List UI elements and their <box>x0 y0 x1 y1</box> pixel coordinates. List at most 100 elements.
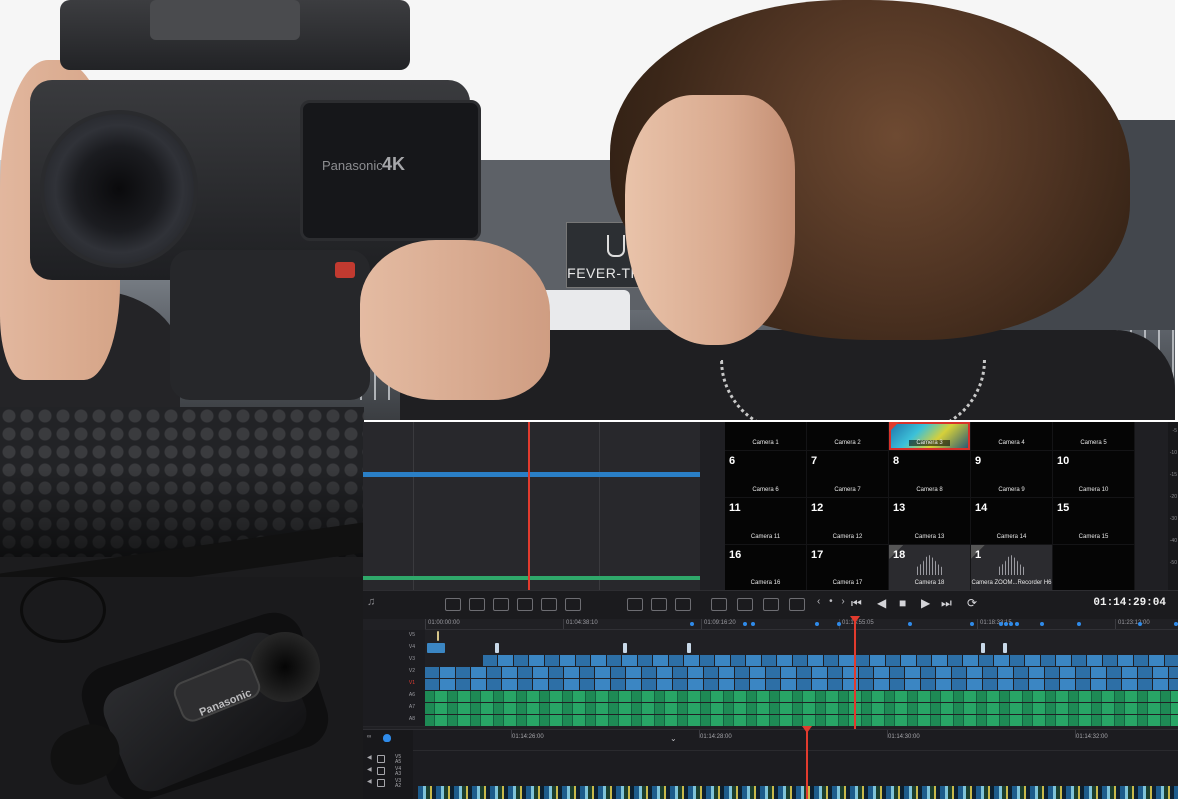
timeline-marker[interactable] <box>1015 622 1019 626</box>
timeline-marker[interactable] <box>837 622 841 626</box>
track-header[interactable]: A8 <box>363 714 425 727</box>
track-name: V3 <box>408 656 415 662</box>
fit-to-fill-icon[interactable] <box>651 598 667 611</box>
camera-angle-tile[interactable]: 7 Camera 7 <box>807 451 888 497</box>
source-viewer-timeline[interactable] <box>363 422 700 590</box>
track-name: A8 <box>408 716 415 722</box>
camera-angle-tile[interactable]: 9 Camera 9 <box>971 451 1052 497</box>
audio-note-icon[interactable]: ♫ <box>367 596 381 608</box>
track-name: A7 <box>408 704 415 710</box>
camera-angle-tile[interactable]: 15 Camera 15 <box>1053 498 1134 544</box>
timeline-marker[interactable] <box>1077 622 1081 626</box>
swap-icon[interactable] <box>789 598 805 611</box>
camera-angle-tile[interactable]: 11 Camera 11 <box>725 498 806 544</box>
go-to-first-frame-button[interactable]: ⏮ <box>851 596 862 611</box>
zoomed-playhead[interactable] <box>806 729 808 799</box>
timeline-marker[interactable] <box>1040 622 1044 626</box>
chevron-down-icon[interactable]: ⌄ <box>670 734 677 743</box>
timeline-marker[interactable] <box>970 622 974 626</box>
timeline-clip[interactable] <box>427 643 445 653</box>
timeline-marker[interactable] <box>1174 622 1178 626</box>
camera-angle-tile[interactable]: 1 Camera ZOOM...Recorder H6 <box>971 545 1052 590</box>
append-icon[interactable] <box>737 598 753 611</box>
timeline-overview[interactable]: 01:00:00:00 01:04:38:10 01:09:16:20 01:13:5… <box>363 619 1178 729</box>
replace-icon[interactable] <box>627 598 643 611</box>
blade-tool-icon[interactable] <box>493 598 509 611</box>
viewer-playhead[interactable] <box>528 422 530 590</box>
camera-angle-tile[interactable]: 13 Camera 13 <box>889 498 970 544</box>
monitor-icon[interactable] <box>377 755 385 763</box>
camera-angle-tile[interactable]: Camera 5 <box>1053 422 1134 450</box>
timeline-zoomed[interactable]: ∞ ◀ V5 A5 ◀ V4 A3 ◀ V3 A2 ⌄ 01:14:26:00 01:14:28:… <box>363 729 1178 799</box>
camera-angle-tile[interactable]: Camera 2 <box>807 422 888 450</box>
link-icon[interactable]: ∞ <box>367 734 373 740</box>
monitor-icon[interactable] <box>377 767 385 775</box>
camera-angle-tile[interactable]: 10 Camera 10 <box>1053 451 1134 497</box>
timeline-marker[interactable] <box>743 622 747 626</box>
timeline-marker[interactable] <box>690 622 694 626</box>
camera-angle-tile[interactable]: Camera 4 <box>971 422 1052 450</box>
speaker-icon[interactable]: ◀ <box>367 778 373 785</box>
track-lane[interactable] <box>425 643 1178 654</box>
monitor-icon[interactable] <box>377 779 385 787</box>
timeline-marker[interactable] <box>1009 622 1013 626</box>
clip-attributes-icon[interactable] <box>763 598 779 611</box>
current-timecode[interactable]: 01:14:29:04 <box>1093 597 1166 609</box>
video-filmstrip[interactable] <box>418 786 1178 799</box>
timeline-ruler[interactable]: 01:00:00:00 01:04:38:10 01:09:16:20 01:13:5… <box>425 619 1178 630</box>
overwrite-icon[interactable] <box>565 598 581 611</box>
timeline-marker[interactable] <box>751 622 755 626</box>
track-lane[interactable] <box>425 631 1178 642</box>
camera-angle-tile[interactable]: 14 Camera 14 <box>971 498 1052 544</box>
camera-angle-tile[interactable]: 16 Camera 16 <box>725 545 806 590</box>
timeline-marker[interactable] <box>815 622 819 626</box>
insert-icon[interactable] <box>541 598 557 611</box>
zoomed-ruler[interactable]: ⌄ 01:14:26:00 01:14:28:00 01:14:30:00 01:14… <box>413 730 1178 751</box>
play-button[interactable]: ▶ <box>921 596 930 610</box>
timeline-clip[interactable] <box>981 643 985 653</box>
speaker-icon[interactable]: ◀ <box>367 754 373 761</box>
multicam-viewer-grid: Camera 1 Camera 2 Camera 3 Camera 4 Camera 5… <box>725 422 1135 590</box>
track-lane[interactable] <box>425 691 1178 702</box>
speaker-icon[interactable]: ◀ <box>367 766 373 773</box>
ruler-timecode: 01:14:32:00 <box>1076 734 1108 740</box>
trim-mode-icon[interactable] <box>469 598 485 611</box>
edit-mode-icon[interactable] <box>445 598 461 611</box>
ripple-overwrite-icon[interactable] <box>711 598 727 611</box>
timeline-clip[interactable] <box>495 643 499 653</box>
timeline-clip[interactable] <box>1003 643 1007 653</box>
track-lane[interactable] <box>425 667 1178 678</box>
camera-angle-tile[interactable]: 18 Camera 18 <box>889 545 970 590</box>
timeline-playhead[interactable] <box>854 619 856 729</box>
camera-angle-tile[interactable]: 8 Camera 8 <box>889 451 970 497</box>
page-dots[interactable]: ‹ • › <box>817 596 848 607</box>
timeline-marker[interactable] <box>1138 622 1142 626</box>
camera-angle-tile[interactable]: 12 Camera 12 <box>807 498 888 544</box>
camera-angle-tile[interactable]: Camera 3 <box>889 422 970 450</box>
track-lane[interactable] <box>425 715 1178 726</box>
dynamic-trim-icon[interactable] <box>517 598 533 611</box>
camera-angle-tile[interactable]: 17 Camera 17 <box>807 545 888 590</box>
record-button <box>335 262 355 278</box>
loop-button[interactable]: ⟳ <box>967 596 977 610</box>
timeline-marker[interactable] <box>1004 622 1008 626</box>
track-lane[interactable] <box>425 703 1178 714</box>
timeline-marker[interactable] <box>908 622 912 626</box>
track-lane[interactable] <box>483 655 1178 666</box>
place-on-top-icon[interactable] <box>675 598 691 611</box>
camera-angle-tile[interactable]: Camera 1 <box>725 422 806 450</box>
camera-angle-tile[interactable]: 6 Camera 6 <box>725 451 806 497</box>
go-to-last-frame-button[interactable]: ⏭ <box>941 596 952 611</box>
camera-audio-controls <box>150 0 300 40</box>
angle-label: Camera 3 <box>909 440 950 446</box>
stop-button[interactable]: ■ <box>899 596 906 610</box>
snap-shield-icon[interactable] <box>383 734 391 742</box>
play-reverse-button[interactable]: ◀ <box>877 596 886 610</box>
timeline-clip[interactable] <box>687 643 691 653</box>
camera-angle-tile[interactable] <box>1053 545 1134 590</box>
timeline-clip[interactable] <box>437 631 439 641</box>
ruler-timecode: 01:00:00:00 <box>428 620 460 626</box>
track-lane[interactable] <box>425 679 1178 690</box>
timeline-marker[interactable] <box>999 622 1003 626</box>
timeline-clip[interactable] <box>623 643 627 653</box>
